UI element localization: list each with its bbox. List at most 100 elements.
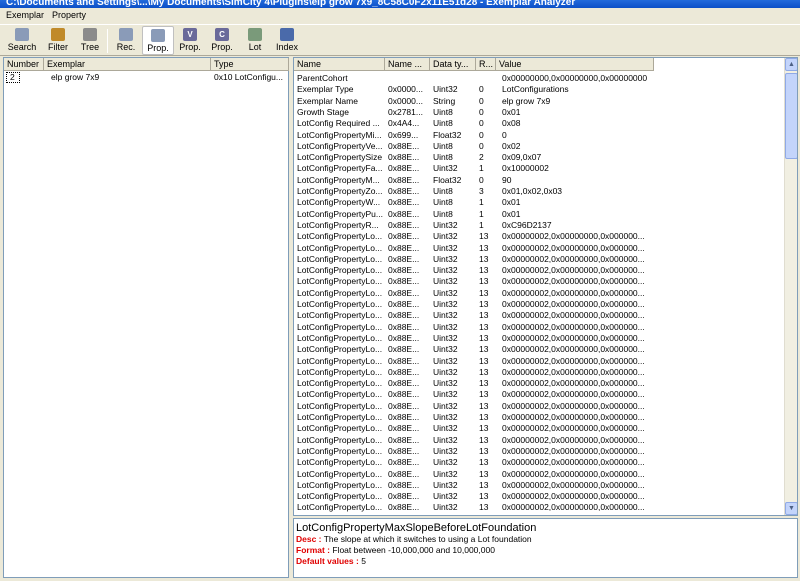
table-cell: Uint32 — [433, 491, 458, 502]
table-row[interactable]: LotConfigPropertyM... 0x88E... Float32 0 90 — [294, 175, 784, 186]
toolbar-button-filter[interactable]: Filter — [42, 26, 74, 55]
table-cell: Uint32 — [433, 445, 458, 456]
format-text: Float between -10,000,000 and 10,000,000 — [332, 545, 495, 555]
table-cell: 0 — [479, 118, 484, 129]
table-cell: elp grow 7x9 — [51, 72, 100, 82]
table-row[interactable]: LotConfigPropertyLo...0x88E...Uint32130x… — [294, 254, 784, 265]
table-cell: LotConfigPropertyLo... — [297, 366, 383, 377]
right-column-header[interactable]: Value — [496, 58, 654, 71]
toolbar-button-search[interactable]: Search — [6, 26, 38, 55]
table-row[interactable]: LotConfigPropertyLo...0x88E...Uint32130x… — [294, 401, 784, 412]
default-text: 5 — [361, 556, 366, 566]
table-row[interactable]: LotConfigPropertyLo...0x88E...Uint32130x… — [294, 457, 784, 468]
table-row[interactable]: LotConfigPropertyMi... 0x699... Float32 0 0 — [294, 130, 784, 141]
table-row[interactable]: LotConfigPropertyLo...0x88E...Uint32130x… — [294, 310, 784, 321]
table-row[interactable]: Exemplar Name 0x0000... String 0 elp grow 7x… — [294, 96, 784, 107]
table-row[interactable]: LotConfigPropertyLo...0x88E...Uint32130x… — [294, 344, 784, 355]
table-row[interactable]: LotConfigPropertyLo...0x88E...Uint32130x… — [294, 423, 784, 434]
table-row[interactable]: LotConfigPropertyLo...0x88E...Uint32130x… — [294, 480, 784, 491]
toolbar-label: Search — [7, 42, 37, 52]
table-row[interactable]: LotConfigPropertyLo...0x88E...Uint32130x… — [294, 378, 784, 389]
table-row[interactable]: LotConfigPropertyLo...0x88E...Uint32130x… — [294, 299, 784, 310]
table-cell: Uint32 — [433, 265, 458, 276]
right-column-header[interactable]: Name — [294, 58, 385, 71]
table-cell: 13 — [479, 276, 489, 287]
table-row[interactable]: Exemplar Type 0x0000... Uint32 0 LotConfigur… — [294, 84, 784, 95]
table-cell: Uint32 — [433, 332, 458, 343]
table-cell: 0x88E... — [388, 344, 420, 355]
table-row[interactable]: LotConfigPropertyZo... 0x88E... Uint8 3 0x01… — [294, 186, 784, 197]
right-column-header[interactable]: Name ... — [385, 58, 430, 71]
table-row[interactable]: LotConfigPropertyLo...0x88E...Uint32130x… — [294, 435, 784, 446]
table-row[interactable]: LotConfig Required ... 0x4A4... Uint8 0 0x08 — [294, 118, 784, 129]
table-row[interactable]: LotConfigPropertyLo...0x88E...Uint32130x… — [294, 514, 784, 515]
scroll-thumb[interactable] — [785, 73, 797, 159]
table-cell: LotConfigPropertyLo... — [297, 491, 383, 502]
table-row[interactable]: LotConfigPropertyLo...0x88E...Uint32130x… — [294, 231, 784, 242]
table-cell: Uint32 — [433, 163, 458, 174]
scroll-up-button[interactable]: ▲ — [785, 58, 797, 71]
table-cell: 13 — [479, 400, 489, 411]
table-cell: LotConfigPropertyLo... — [297, 479, 383, 490]
table-cell: 0x10 LotConfigu... — [214, 72, 283, 82]
table-cell: 0x88E... — [388, 310, 420, 321]
table-row[interactable]: LotConfigPropertyLo...0x88E...Uint32130x… — [294, 276, 784, 287]
property-table[interactable]: ParentCohort 0x00000000,0x00000000,0x0000… — [293, 57, 798, 516]
toolbar-button-lot[interactable]: Lot — [239, 26, 271, 55]
table-cell: 0x08 — [502, 118, 521, 129]
table-cell: 0 — [502, 129, 507, 140]
table-row[interactable]: LotConfigPropertyLo...0x88E...Uint32130x… — [294, 491, 784, 502]
toolbar-button-index[interactable]: Index — [271, 26, 303, 55]
table-row[interactable]: LotConfigPropertyLo...0x88E...Uint32130x… — [294, 469, 784, 480]
table-cell: 13 — [479, 321, 489, 332]
table-cell: 0x00000002,0x00000000,0x000000... — [502, 310, 645, 321]
table-row[interactable]: LotConfigPropertyW... 0x88E... Uint8 1 0x01 — [294, 197, 784, 208]
vertical-scrollbar[interactable]: ▲ ▼ — [784, 58, 797, 515]
table-row[interactable]: LotConfigPropertyLo...0x88E...Uint32130x… — [294, 389, 784, 400]
left-column-header[interactable]: Type — [211, 58, 289, 71]
table-row[interactable]: LotConfigPropertyLo...0x88E...Uint32130x… — [294, 502, 784, 513]
table-cell: Uint32 — [433, 253, 458, 264]
table-row[interactable]: ParentCohort 0x00000000,0x00000000,0x0000… — [294, 73, 784, 84]
menu-exemplar[interactable]: Exemplar — [6, 10, 44, 20]
table-row[interactable]: LotConfigPropertyLo...0x88E...Uint32130x… — [294, 243, 784, 254]
table-cell: 0x88E... — [388, 163, 420, 174]
property-title: LotConfigPropertyMaxSlopeBeforeLotFounda… — [296, 522, 537, 534]
table-row[interactable]: LotConfigPropertyLo...0x88E...Uint32130x… — [294, 367, 784, 378]
toolbar-button-property-v[interactable]: V Prop. — [174, 26, 206, 55]
table-row[interactable]: LotConfigPropertyLo...0x88E...Uint32130x… — [294, 356, 784, 367]
table-row[interactable]: LotConfigPropertyLo...0x88E...Uint32130x… — [294, 412, 784, 423]
table-cell: 0x88E... — [388, 219, 420, 230]
left-column-header[interactable]: Number — [4, 58, 44, 71]
table-row[interactable]: LotConfigPropertyLo...0x88E...Uint32130x… — [294, 265, 784, 276]
table-cell: 0xC96D2137 — [502, 219, 552, 230]
table-row[interactable]: LotConfigPropertyFa... 0x88E... Uint32 1 0x1… — [294, 163, 784, 174]
table-row[interactable]: 2 elp grow 7x9 0x10 LotConfigu... — [4, 72, 288, 83]
table-cell: 0x88E... — [388, 186, 420, 196]
exemplar-list[interactable]: Number Exemplar Type 2 elp grow 7x9 0x10 LotC… — [3, 57, 289, 578]
table-row[interactable]: LotConfigPropertyLo...0x88E...Uint32130x… — [294, 288, 784, 299]
table-cell: LotConfigPropertyLo... — [297, 344, 383, 355]
table-row[interactable]: Growth Stage 0x2781... Uint8 0 0x01 — [294, 107, 784, 118]
right-column-header[interactable]: R... — [476, 58, 496, 71]
table-row[interactable]: LotConfigPropertyR... 0x88E... Uint32 1 0xC9… — [294, 220, 784, 231]
scroll-down-button[interactable]: ▼ — [785, 502, 797, 515]
table-cell: LotConfigPropertyLo... — [297, 253, 383, 264]
table-row[interactable]: LotConfigPropertyPu... 0x88E... Uint8 1 0x01 — [294, 209, 784, 220]
toolbar-label: Prop. — [147, 43, 169, 53]
toolbar-button-property-c[interactable]: C Prop. — [206, 26, 238, 55]
table-row[interactable]: LotConfigPropertyLo...0x88E...Uint32130x… — [294, 333, 784, 344]
table-row[interactable]: LotConfigPropertySize 0x88E... Uint8 2 0x09,… — [294, 152, 784, 163]
table-row[interactable]: LotConfigPropertyLo...0x88E...Uint32130x… — [294, 322, 784, 333]
table-cell: LotConfigPropertyLo... — [297, 299, 383, 309]
toolbar-button-record[interactable]: Rec. — [110, 26, 142, 55]
table-row[interactable]: LotConfigPropertyLo...0x88E...Uint32130x… — [294, 446, 784, 457]
menu-property[interactable]: Property — [52, 10, 86, 20]
toolbar-button-tree[interactable]: Tree — [74, 26, 106, 55]
table-cell: 0x00000002,0x00000000,0x000000... — [502, 389, 645, 400]
left-column-header[interactable]: Exemplar — [44, 58, 211, 71]
table-row[interactable]: LotConfigPropertyVe... 0x88E... Uint8 0 0x02 — [294, 141, 784, 152]
table-cell: 0x00000002,0x00000000,0x000000... — [502, 445, 645, 456]
right-column-header[interactable]: Data ty... — [430, 58, 476, 71]
toolbar-button-property[interactable]: Prop. — [142, 26, 174, 55]
